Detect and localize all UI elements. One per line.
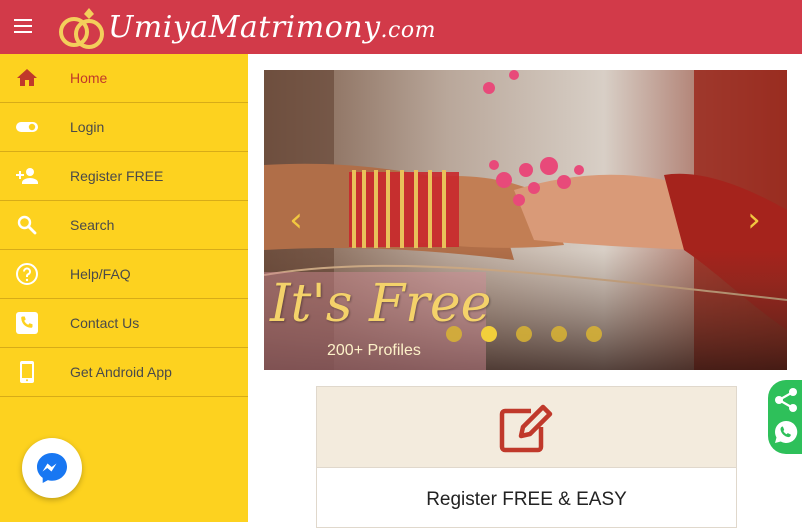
search-icon [17,215,37,235]
slider-dot[interactable] [516,326,532,342]
slide-caption-subtitle: 200+ Profiles [327,342,421,359]
sidebar-item-search[interactable]: Search [0,201,248,250]
sidebar-item-register[interactable]: Register FREE [0,152,248,201]
toggle-icon [16,122,38,132]
sidebar-item-label: Search [70,217,115,233]
whatsapp-icon[interactable] [773,419,799,445]
sidebar-item-label: Register FREE [70,168,164,184]
register-card-header [317,387,736,468]
sidebar-item-label: Get Android App [70,364,172,380]
sidebar-item-android-app[interactable]: Get Android App [0,348,248,397]
slider-dots [446,326,621,342]
slider-dot[interactable] [586,326,602,342]
messenger-button[interactable] [22,438,82,498]
sidebar-item-login[interactable]: Login [0,103,248,152]
register-card[interactable]: Register FREE & EASY [316,386,737,528]
register-card-title: Register FREE & EASY [426,489,627,510]
messenger-icon [37,453,67,483]
slider-dot[interactable] [446,326,462,342]
home-icon [17,69,37,86]
share-icon[interactable] [773,387,799,413]
edit-icon [499,404,553,453]
slide-caption-title: It's Free [270,274,492,334]
sidebar-item-label: Home [70,70,108,86]
rings-icon [59,8,104,49]
chevron-right-icon[interactable]: › [742,200,766,240]
sidebar-item-label: Help/FAQ [70,266,131,282]
sidebar-item-contact[interactable]: Contact Us [0,299,248,348]
phone-icon [16,312,38,334]
share-panel [768,380,802,454]
mobile-icon [20,361,34,383]
hero-slider[interactable]: It's Free 200+ Profiles ‹ › [264,70,787,370]
menu-icon[interactable] [14,15,40,39]
slider-dot[interactable] [551,326,567,342]
person-add-icon [16,168,38,184]
sidebar-item-help[interactable]: Help/FAQ [0,250,248,299]
logo-text: UmiyaMatrimony.com [108,9,436,45]
sidebar-item-label: Login [70,119,105,135]
top-header: UmiyaMatrimony.com [0,0,802,54]
slider-dot-active[interactable] [481,326,497,342]
help-icon [16,263,38,285]
chevron-left-icon[interactable]: ‹ [284,200,308,240]
sidebar-item-home[interactable]: Home [0,54,248,103]
logo[interactable]: UmiyaMatrimony.com [56,0,436,54]
sidebar-item-label: Contact Us [70,315,140,331]
